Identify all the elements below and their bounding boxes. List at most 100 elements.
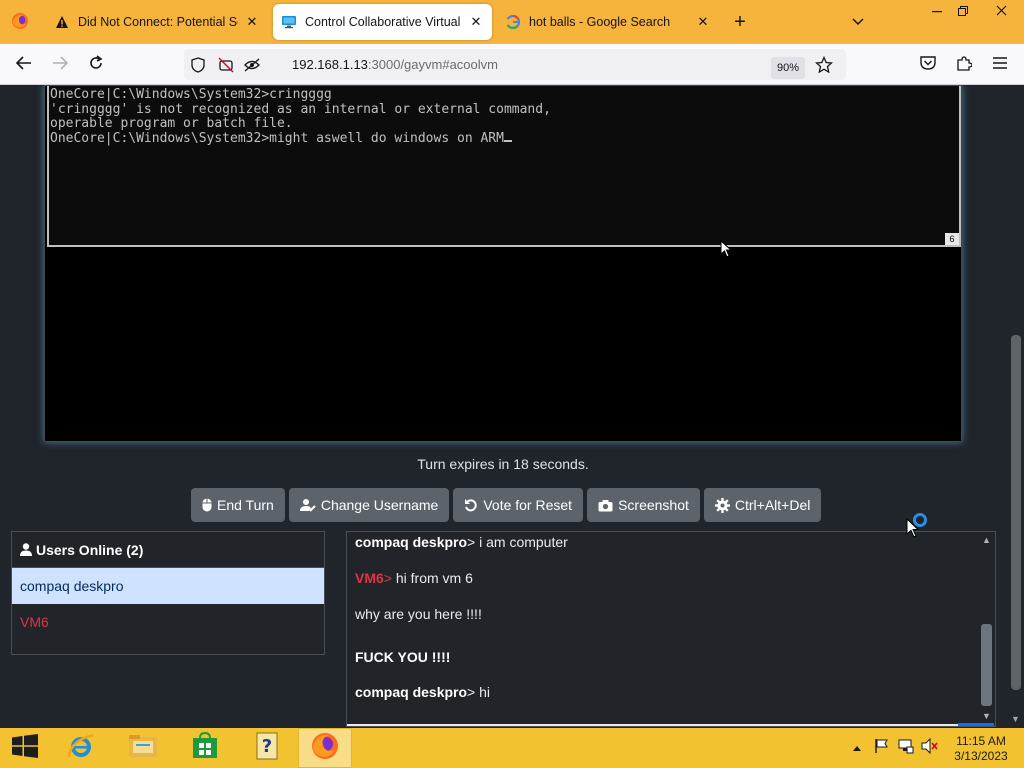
new-tab-button[interactable]: + <box>728 11 752 33</box>
chat-text: i am computer <box>479 534 568 550</box>
chat-separator: > <box>383 570 396 586</box>
chat-scrollbar[interactable]: ▲ ▼ <box>978 532 995 726</box>
list-all-tabs-button[interactable] <box>846 11 870 33</box>
vote-for-reset-button[interactable]: Vote for Reset <box>453 488 584 522</box>
speaker-muted-icon <box>921 737 939 759</box>
forward-button[interactable] <box>46 51 74 79</box>
network-button[interactable] <box>896 738 916 758</box>
browser-toolbar: 192.168.1.13:3000/gayvm#acoolvm 90% <box>0 44 1024 85</box>
rotate-left-icon <box>464 498 478 512</box>
address-bar[interactable]: 192.168.1.13:3000/gayvm#acoolvm 90% <box>184 49 846 80</box>
tab-title: Control Collaborative Virtual M <box>305 15 462 29</box>
firefox-icon <box>11 12 29 33</box>
chat-message: FUCK YOU !!!! <box>355 649 450 665</box>
close-tab-icon[interactable]: ✕ <box>695 14 711 30</box>
camera-icon <box>598 499 613 512</box>
command-prompt-window[interactable]: OneCore|C:\Windows\System32>cringggg'cri… <box>47 86 961 247</box>
clock-time: 11:15 AM <box>956 734 1006 748</box>
system-clock[interactable]: 11:15 AM 3/13/2023 <box>952 734 1010 764</box>
console-line: OneCore|C:\Windows\System32>might aswell… <box>50 130 504 146</box>
extensions-button[interactable] <box>950 51 978 79</box>
console-corner-label: 6 <box>945 233 959 245</box>
vote-for-reset-label: Vote for Reset <box>483 497 573 513</box>
page-scrollbar[interactable]: ▼ <box>1007 85 1024 728</box>
start-button[interactable] <box>0 728 50 768</box>
chat-message: compaq deskpro> i am computer <box>355 534 568 550</box>
store-icon <box>191 731 219 765</box>
tab-did-not-connect[interactable]: Did Not Connect: Potential Secu ✕ <box>46 4 268 40</box>
url-host: 192.168.1.13 <box>292 57 368 72</box>
chat-separator: > <box>467 534 480 550</box>
console-line: 'cringggg' is not recognized as an inter… <box>50 101 551 117</box>
vm-display[interactable]: OneCore|C:\Windows\System32>cringggg'cri… <box>44 85 962 442</box>
mouse-pointer-icon <box>906 517 920 543</box>
chat-username: compaq deskpro <box>355 684 468 700</box>
collabvm-page: OneCore|C:\Windows\System32>cringggg'cri… <box>0 85 1024 728</box>
store-taskbar-button[interactable] <box>178 728 232 768</box>
close-tab-icon[interactable]: ✕ <box>468 14 484 30</box>
user-list-item[interactable]: compaq deskpro <box>12 568 324 604</box>
gear-icon <box>714 497 730 513</box>
internet-explorer-taskbar-button[interactable] <box>54 728 108 768</box>
users-online-header: Users Online (2) <box>12 532 324 568</box>
chat-scroll-thumb[interactable] <box>981 624 992 706</box>
file-explorer-taskbar-button[interactable] <box>116 728 170 768</box>
users-online-title: Users Online (2) <box>36 541 144 558</box>
chevron-down-icon <box>852 13 864 31</box>
user-pen-icon <box>299 498 316 512</box>
close-tab-icon[interactable]: ✕ <box>244 14 260 30</box>
end-turn-button[interactable]: End Turn <box>191 488 285 522</box>
mouse-icon <box>202 498 212 512</box>
users-online-panel: Users Online (2) compaq deskpro VM6 <box>11 531 325 655</box>
bookmark-star-icon[interactable] <box>814 55 834 75</box>
shield-icon[interactable] <box>188 55 208 75</box>
chat-message: compaq deskpro> hi <box>355 684 490 700</box>
chat-text: FUCK YOU !!!! <box>355 649 451 665</box>
user-list-item[interactable]: VM6 <box>12 604 324 640</box>
page-scroll-thumb[interactable] <box>1011 335 1021 690</box>
help-taskbar-button[interactable]: ? <box>240 728 294 768</box>
close-window-button[interactable] <box>986 0 1016 22</box>
change-username-button[interactable]: Change Username <box>288 488 450 522</box>
windows-taskbar: ? 11:15 AM 3/13/2023 <box>0 728 1024 768</box>
chat-username: VM6 <box>355 570 384 586</box>
firefox-taskbar-button[interactable] <box>298 728 352 768</box>
ctrl-alt-del-button[interactable]: Ctrl+Alt+Del <box>703 488 822 522</box>
show-hidden-icons-button[interactable] <box>850 738 864 758</box>
url-path: :3000/gayvm#acoolvm <box>367 57 498 72</box>
screenshot-button[interactable]: Screenshot <box>587 488 700 522</box>
chat-input[interactable] <box>347 724 979 726</box>
tab-google-search[interactable]: hot balls - Google Search ✕ <box>497 4 719 40</box>
insecure-connection-icon[interactable] <box>242 55 262 75</box>
scroll-down-icon[interactable]: ▼ <box>980 710 993 722</box>
chat-text: hi from vm 6 <box>395 570 473 586</box>
volume-button[interactable] <box>920 737 940 759</box>
back-button[interactable] <box>10 51 38 79</box>
reload-button[interactable] <box>82 51 110 79</box>
screenshot-label: Screenshot <box>618 497 689 513</box>
tab-control-vm[interactable]: Control Collaborative Virtual M ✕ <box>273 4 492 40</box>
warning-icon <box>54 14 70 30</box>
zoom-level-button[interactable]: 90% <box>771 57 805 79</box>
arrow-left-icon <box>15 55 32 75</box>
scroll-up-icon[interactable]: ▲ <box>980 534 993 546</box>
restore-window-button[interactable] <box>948 0 978 22</box>
scroll-down-icon[interactable]: ▼ <box>1009 713 1022 725</box>
pocket-button[interactable] <box>914 51 942 79</box>
console-line: OneCore|C:\Windows\System32>cringggg <box>50 87 332 102</box>
url-text[interactable]: 192.168.1.13:3000/gayvm#acoolvm <box>292 57 498 72</box>
chat-separator: > <box>467 684 480 700</box>
action-center-button[interactable] <box>872 738 892 758</box>
console-output: OneCore|C:\Windows\System32>cringggg'cri… <box>49 87 551 146</box>
vm-mouse-pointer-icon <box>720 239 733 263</box>
chat-username: compaq deskpro <box>355 534 468 550</box>
app-menu-button[interactable] <box>986 51 1014 79</box>
chat-send-indicator <box>958 723 994 726</box>
tracking-protection-icon[interactable] <box>216 55 236 75</box>
windows-logo-icon <box>12 733 38 763</box>
chat-message: VM6> hi from vm 6 <box>355 570 473 586</box>
minimize-icon <box>932 4 942 19</box>
folder-icon <box>128 733 158 764</box>
chat-panel: compaq deskpro> i am computer VM6> hi fr… <box>346 531 996 727</box>
firefox-menu[interactable] <box>0 4 40 40</box>
